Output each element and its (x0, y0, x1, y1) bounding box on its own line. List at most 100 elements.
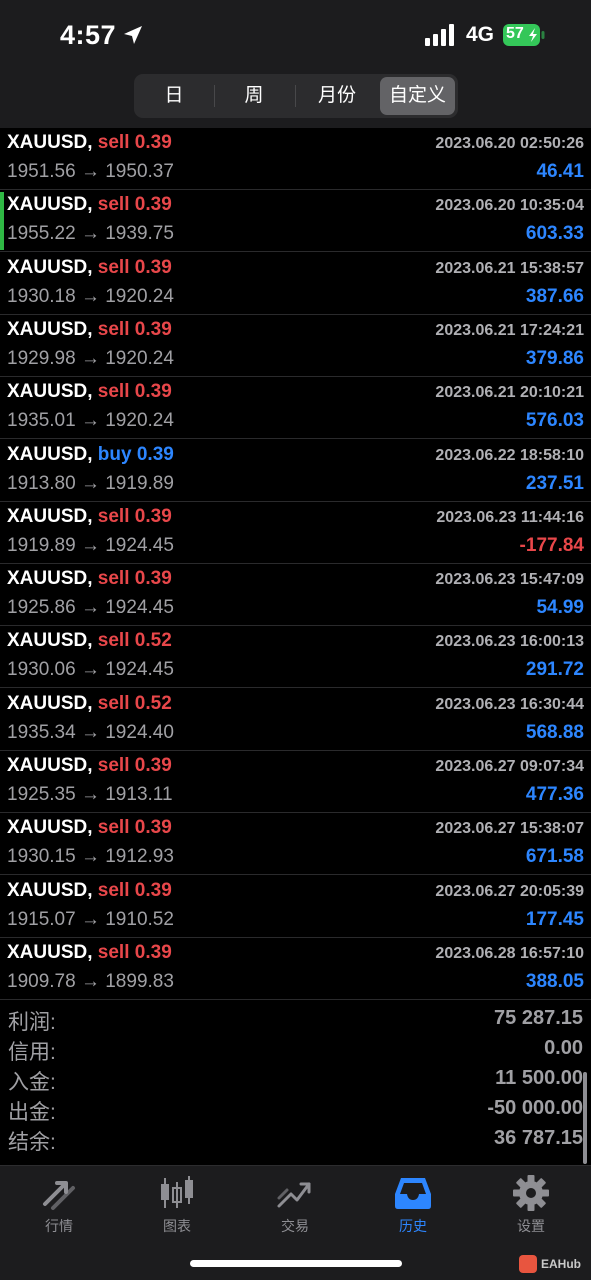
trade-volume: 0.39 (136, 443, 174, 465)
trade-symbol-line: XAUUSD, sell 0.39 (7, 755, 172, 777)
trade-row[interactable]: XAUUSD, sell 0.39 2023.06.21 17:24:21 1929… (0, 315, 591, 377)
trade-symbol-line: XAUUSD, sell 0.39 (7, 257, 172, 279)
signal-icon (425, 24, 454, 46)
trade-time: 2023.06.27 20:05:39 (435, 882, 584, 900)
network-type: 4G (466, 23, 495, 46)
segment-divider (214, 85, 215, 107)
period-tab-month[interactable]: 月份 (298, 77, 376, 115)
summary-withdrawal-row: 出金: -50 000.00 (0, 1096, 591, 1126)
trade-prices: 1935.34 → 1924.40 (7, 721, 174, 743)
trade-row[interactable]: XAUUSD, sell 0.39 2023.06.27 15:38:07 1930… (0, 813, 591, 876)
trade-symbol: XAUUSD, (7, 755, 93, 776)
trade-volume: 0.39 (134, 817, 172, 839)
trade-time: 2023.06.23 16:00:13 (435, 633, 584, 651)
period-tab-custom[interactable]: 自定义 (380, 77, 455, 115)
trade-row[interactable]: XAUUSD, sell 0.39 2023.06.23 11:44:16 1919… (0, 502, 591, 564)
trade-symbol: XAUUSD, (7, 817, 93, 839)
trade-symbol: XAUUSD, (7, 256, 93, 278)
trade-time: 2023.06.21 15:38:57 (435, 259, 584, 277)
trade-row[interactable]: XAUUSD, sell 0.39 2023.06.27 09:07:34 1925… (0, 751, 591, 813)
period-tab-day[interactable]: 日 (137, 77, 211, 115)
battery-level: 57 (506, 25, 524, 42)
trade-symbol: XAUUSD, (7, 568, 93, 590)
trade-symbol-line: XAUUSD, sell 0.39 (7, 817, 172, 839)
trade-side: sell (97, 755, 130, 776)
trade-row[interactable]: XAUUSD, sell 0.39 2023.06.21 15:38:57 1930… (0, 253, 591, 315)
trade-volume: 0.39 (134, 505, 172, 527)
summary-deposit-row: 入金: 11 500.00 (0, 1066, 591, 1096)
trade-side: sell (97, 941, 130, 963)
trade-time: 2023.06.23 16:30:44 (435, 695, 584, 713)
trade-volume: 0.39 (134, 381, 172, 403)
trade-prices: 1930.15 → 1912.93 (7, 846, 174, 868)
summary-label: 结余: (8, 1131, 56, 1154)
trade-symbol: XAUUSD, (7, 941, 93, 963)
trade-prices: 1919.89 → 1924.45 (7, 534, 174, 556)
trade-prices: 1955.22 → 1939.75 (7, 223, 174, 245)
trade-row[interactable]: XAUUSD, sell 0.39 2023.06.28 16:57:10 1909… (0, 938, 591, 1000)
tab-history[interactable]: 历史 (354, 1174, 472, 1238)
trade-side: sell (97, 256, 130, 278)
watermark-text: EAHub (541, 1257, 581, 1271)
trade-time: 2023.06.22 18:58:10 (435, 446, 584, 464)
tab-settings[interactable]: 设置 (472, 1174, 590, 1238)
summary-label: 出金: (8, 1101, 56, 1124)
trade-row[interactable]: XAUUSD, sell 0.39 2023.06.27 20:05:39 1915… (0, 876, 591, 938)
tab-trade[interactable]: 交易 (236, 1174, 354, 1238)
account-summary: 利润: 75 287.15 信用: 0.00 入金: 11 500.00 出金:… (0, 1006, 591, 1164)
trade-symbol: XAUUSD, (7, 692, 93, 714)
trade-row[interactable]: XAUUSD, buy 0.39 2023.06.22 18:58:10 1913.… (0, 440, 591, 502)
trade-profit: 477.36 (525, 784, 584, 805)
summary-value: 0.00 (544, 1037, 583, 1059)
eahub-watermark: EAHub (519, 1255, 581, 1275)
trade-volume: 0.52 (134, 692, 172, 714)
trade-symbol: XAUUSD, (7, 318, 93, 340)
scrollbar[interactable] (583, 1072, 587, 1164)
trade-row[interactable]: XAUUSD, sell 0.52 2023.06.23 16:00:13 1930… (0, 626, 591, 689)
tab-quotes[interactable]: 行情 (0, 1174, 118, 1238)
trade-symbol-line: XAUUSD, sell 0.39 (7, 942, 172, 964)
trade-volume: 0.39 (134, 879, 172, 901)
trade-symbol-line: XAUUSD, sell 0.39 (7, 194, 172, 216)
trade-row[interactable]: XAUUSD, sell 0.39 2023.06.20 02:50:26 1951… (0, 128, 591, 190)
trade-side: sell (97, 817, 130, 839)
trade-side: sell (97, 194, 130, 216)
trade-symbol: XAUUSD, (7, 505, 93, 527)
summary-label: 利润: (8, 1011, 56, 1034)
trade-prices: 1951.56 → 1950.37 (7, 161, 174, 182)
tab-label: 交易 (281, 1218, 309, 1234)
trade-row[interactable]: XAUUSD, sell 0.39 2023.06.21 20:10:21 1935… (0, 377, 591, 440)
trade-profit: 387.66 (525, 285, 584, 307)
selected-indicator (0, 192, 4, 251)
summary-label: 入金: (8, 1071, 56, 1094)
trade-side: sell (97, 692, 130, 714)
trade-side: sell (97, 132, 130, 153)
trade-volume: 0.39 (134, 132, 172, 153)
trade-side: buy (97, 443, 132, 465)
trade-symbol: XAUUSD, (7, 630, 93, 652)
trade-side: sell (97, 568, 130, 590)
trade-symbol-line: XAUUSD, sell 0.39 (7, 880, 172, 902)
trade-profit: 576.03 (525, 410, 584, 432)
trade-profit: -177.84 (519, 534, 584, 556)
period-segmented-control: 日 周 月份 自定义 (134, 74, 458, 118)
trade-profit: 379.86 (525, 347, 584, 369)
trade-profit: 568.88 (525, 721, 584, 743)
trade-time: 2023.06.21 20:10:21 (435, 384, 584, 402)
period-tab-week[interactable]: 周 (217, 77, 291, 115)
trade-row[interactable]: XAUUSD, sell 0.39 2023.06.20 10:35:04 1955… (0, 190, 591, 253)
trade-symbol: XAUUSD, (7, 194, 93, 216)
trade-prices: 1913.80 → 1919.89 (7, 472, 174, 494)
trade-profit: 54.99 (536, 597, 584, 619)
tab-label: 图表 (163, 1218, 191, 1234)
trade-row[interactable]: XAUUSD, sell 0.52 2023.06.23 16:30:44 1935… (0, 689, 591, 751)
home-indicator[interactable] (190, 1260, 402, 1267)
tab-chart[interactable]: 图表 (118, 1174, 236, 1238)
segment-divider (295, 85, 296, 107)
trade-profit: 177.45 (525, 908, 584, 930)
trade-side: sell (97, 381, 130, 403)
trade-time: 2023.06.23 15:47:09 (435, 571, 584, 589)
trade-time: 2023.06.20 02:50:26 (435, 135, 584, 152)
trade-prices: 1915.07 → 1910.52 (7, 908, 174, 930)
trade-row[interactable]: XAUUSD, sell 0.39 2023.06.23 15:47:09 1925… (0, 564, 591, 627)
